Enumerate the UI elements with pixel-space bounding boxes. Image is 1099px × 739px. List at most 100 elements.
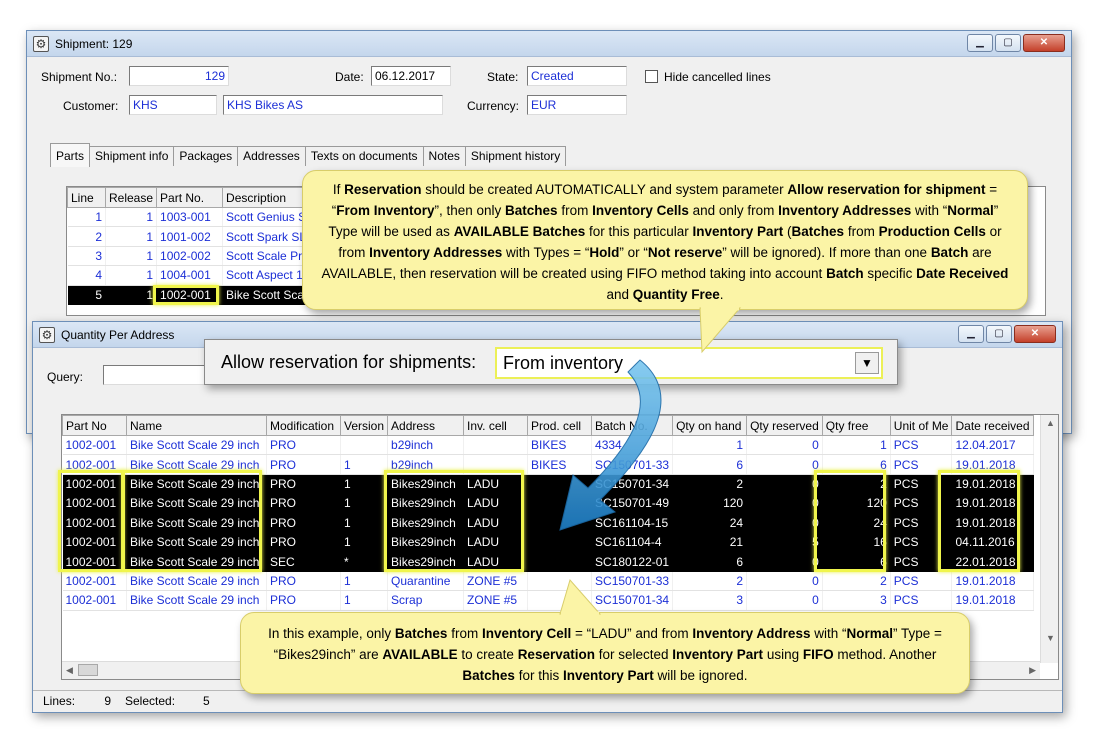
query-input[interactable] xyxy=(103,365,213,385)
table-cell: 12.04.2017 xyxy=(951,435,1034,456)
scroll-up-arrow[interactable]: ▲ xyxy=(1046,418,1055,428)
scroll-left-arrow[interactable]: ◀ xyxy=(66,665,73,676)
column-header[interactable]: Inv. cell xyxy=(463,415,529,436)
tab-packages[interactable]: Packages xyxy=(173,146,239,166)
table-cell: 5 xyxy=(67,285,106,305)
shipment-no-field[interactable]: 129 xyxy=(129,66,229,86)
hide-cancelled-checkbox[interactable] xyxy=(645,70,658,83)
table-row[interactable]: 1002-001 Bike Scott Scale 29 inch PRO 1 Scra… xyxy=(62,590,1034,611)
table-cell: 1003-001 xyxy=(156,207,224,228)
maximize-button[interactable]: ▢ xyxy=(995,34,1021,52)
table-cell: PCS xyxy=(890,493,953,514)
table-cell: 1002-001 xyxy=(62,493,127,514)
table-cell: 120 xyxy=(822,493,891,514)
table-cell: 1002-001 xyxy=(62,532,127,553)
tab-shipment-history[interactable]: Shipment history xyxy=(464,146,567,166)
selected-label: Selected: xyxy=(125,694,176,708)
table-cell: 1 xyxy=(105,285,158,305)
table-cell: 3 xyxy=(67,246,106,267)
table-cell: PRO xyxy=(266,513,341,533)
table-cell: 1 xyxy=(67,207,106,228)
table-row[interactable]: 1002-001 Bike Scott Scale 29 inch PRO 1 Bike… xyxy=(62,474,1034,495)
maximize-button[interactable]: ▢ xyxy=(986,325,1012,343)
column-header[interactable]: Part No xyxy=(62,415,127,436)
table-cell: Bikes29inch xyxy=(387,493,465,514)
table-cell xyxy=(340,435,389,456)
scroll-right-arrow[interactable]: ▶ xyxy=(1029,665,1036,676)
close-button[interactable]: ✕ xyxy=(1023,34,1065,52)
shipment-titlebar[interactable]: ⚙ Shipment: 129 ▁ ▢ ✕ xyxy=(27,31,1071,57)
date-field[interactable]: 06.12.2017 xyxy=(371,66,451,86)
table-row[interactable]: 1002-001 Bike Scott Scale 29 inch PRO 1 Bike… xyxy=(62,532,1034,553)
column-header[interactable]: Qty reserved xyxy=(746,415,823,436)
scroll-thumb[interactable] xyxy=(78,664,98,676)
table-cell: LADU xyxy=(463,513,529,533)
column-header[interactable]: Line xyxy=(67,187,106,208)
customer-code-field[interactable]: KHS xyxy=(129,95,217,115)
table-cell: 0 xyxy=(746,435,823,456)
table-cell: 1002-001 xyxy=(62,590,127,611)
reservation-parameter-select[interactable]: From inventory ▼ xyxy=(495,347,883,379)
tab-shipment-info[interactable]: Shipment info xyxy=(89,146,175,166)
table-cell: 2 xyxy=(672,474,748,495)
table-cell: BIKES xyxy=(527,435,593,456)
reservation-parameter-value: From inventory xyxy=(503,353,624,373)
table-cell: SC150701-49 xyxy=(591,493,674,514)
column-header[interactable]: Date received xyxy=(951,415,1034,436)
table-cell: Bikes29inch xyxy=(387,474,465,495)
chevron-down-icon[interactable]: ▼ xyxy=(855,352,879,374)
table-row[interactable]: 1002-001 Bike Scott Scale 29 inch PRO b29in… xyxy=(62,435,1034,456)
table-row[interactable]: 1002-001 Bike Scott Scale 29 inch PRO 1 b29i… xyxy=(62,454,1034,475)
column-header[interactable]: Qty free xyxy=(821,415,891,436)
customer-label: Customer: xyxy=(63,99,119,113)
table-cell: 04.11.2016 xyxy=(951,532,1034,553)
query-label: Query: xyxy=(47,370,84,384)
column-header[interactable]: Version xyxy=(339,415,389,436)
table-cell: 1 xyxy=(105,246,158,267)
table-cell: 1002-001 xyxy=(156,285,224,305)
table-cell: SC150701-34 xyxy=(591,474,674,495)
table-cell: 1 xyxy=(340,474,389,495)
column-header[interactable]: Unit of Me xyxy=(889,415,953,436)
currency-field[interactable]: EUR xyxy=(527,95,627,115)
table-cell: 24 xyxy=(822,513,891,533)
column-header[interactable]: Release xyxy=(104,187,158,208)
column-header[interactable]: Modification xyxy=(266,415,341,436)
table-row[interactable]: 1002-001 Bike Scott Scale 29 inch PRO 1 Bike… xyxy=(62,493,1034,514)
column-header[interactable]: Batch No. xyxy=(591,415,674,436)
tab-parts[interactable]: Parts xyxy=(50,143,91,167)
table-cell: PCS xyxy=(890,435,953,456)
table-cell: 4334 xyxy=(591,435,674,456)
close-button[interactable]: ✕ xyxy=(1014,325,1056,343)
state-field[interactable]: Created xyxy=(527,66,627,86)
table-cell: 16 xyxy=(822,532,891,553)
minimize-button[interactable]: ▁ xyxy=(967,34,993,52)
scroll-down-arrow[interactable]: ▼ xyxy=(1046,633,1055,643)
table-row[interactable]: 1002-001 Bike Scott Scale 29 inch PRO 1 Quar… xyxy=(62,571,1034,592)
table-row[interactable]: 1002-001 Bike Scott Scale 29 inch PRO 1 Bike… xyxy=(62,513,1034,533)
table-cell: 19.01.2018 xyxy=(951,474,1034,495)
column-header[interactable]: Qty on hand xyxy=(672,415,748,436)
table-cell: Bikes29inch xyxy=(387,551,465,572)
tab-texts-on-documents[interactable]: Texts on documents xyxy=(304,146,424,166)
table-cell xyxy=(527,532,593,553)
minimize-button[interactable]: ▁ xyxy=(958,325,984,343)
table-cell: SC150701-34 xyxy=(591,590,674,611)
column-header[interactable]: Name xyxy=(126,415,267,436)
table-cell: 1 xyxy=(340,571,389,592)
table-cell: PCS xyxy=(890,513,953,533)
customer-name-field[interactable]: KHS Bikes AS xyxy=(223,95,443,115)
table-cell: 1 xyxy=(105,207,158,228)
tab-addresses[interactable]: Addresses xyxy=(237,146,306,166)
table-row[interactable]: 1002-001 Bike Scott Scale 29 inch SEC * Bike… xyxy=(62,551,1034,572)
column-header[interactable]: Prod. cell xyxy=(527,415,593,436)
table-cell: 1002-001 xyxy=(62,454,127,475)
table-cell xyxy=(527,571,593,592)
column-header[interactable]: Part No. xyxy=(156,187,224,208)
column-header[interactable]: Address xyxy=(387,415,465,436)
table-cell: 19.01.2018 xyxy=(951,590,1034,611)
table-cell: PRO xyxy=(266,493,341,514)
tab-notes[interactable]: Notes xyxy=(422,146,466,166)
table-cell: 19.01.2018 xyxy=(951,493,1034,514)
vertical-scrollbar[interactable]: ▲ ▼ xyxy=(1040,415,1058,663)
